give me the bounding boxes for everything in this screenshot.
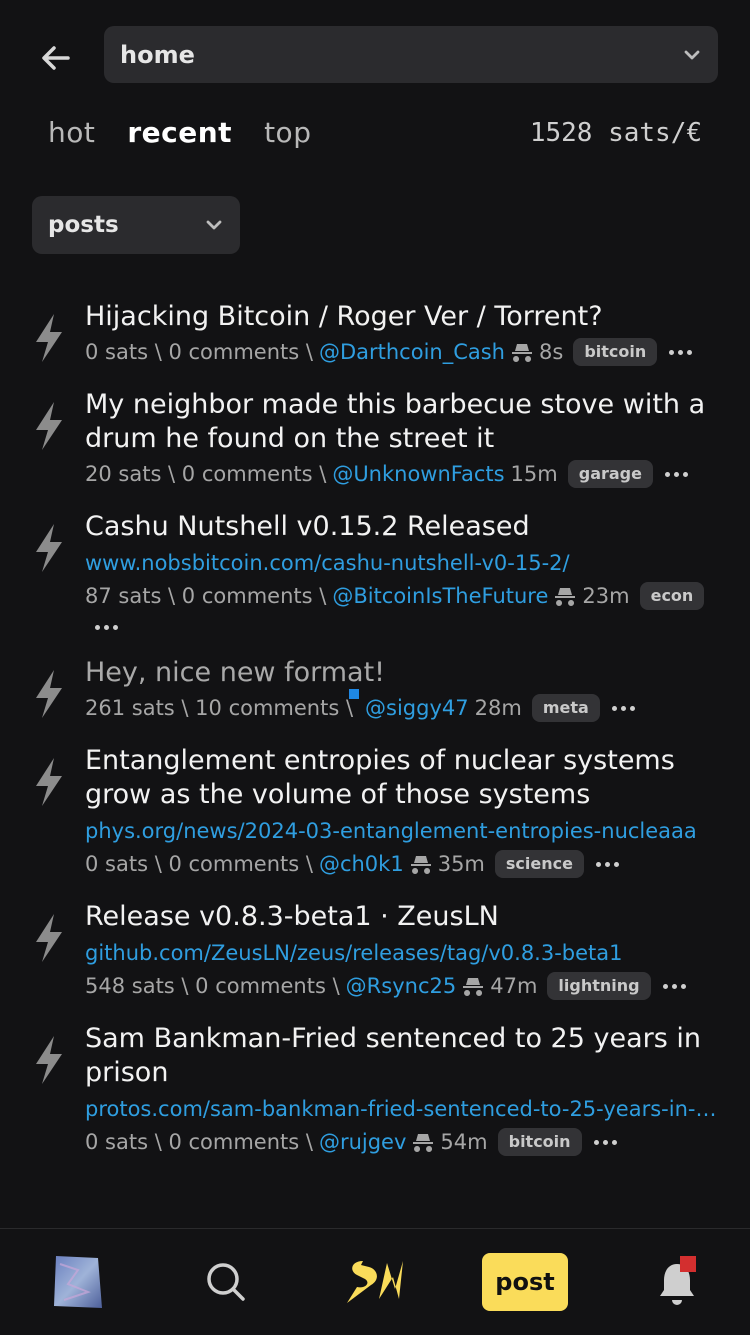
sub-badge[interactable]: garage (567, 460, 653, 488)
zap-bolt-icon[interactable] (30, 522, 68, 574)
zap-bolt-icon[interactable] (30, 756, 68, 808)
post-time[interactable]: 15m (511, 458, 558, 490)
price-ticker[interactable]: 1528 sats/€ (530, 118, 702, 148)
anon-icon (462, 975, 484, 997)
post-author[interactable]: @BitcoinIsTheFuture (332, 580, 548, 612)
post-stats[interactable]: 0 sats \ 0 comments \ (85, 848, 313, 880)
list-item: Hijacking Bitcoin / Roger Ver / Torrent?… (0, 300, 750, 368)
post-stats[interactable]: 87 sats \ 0 comments \ (85, 580, 326, 612)
zap-bolt-icon[interactable] (30, 400, 68, 452)
more-options-icon[interactable] (669, 349, 693, 355)
post-link[interactable]: www.nobsbitcoin.com/cashu-nutshell-v0-15… (85, 548, 720, 578)
post-author[interactable]: @Rsync25 (346, 970, 457, 1002)
post-meta: 0 sats \ 0 comments \ @ch0k1 35m science (85, 848, 720, 880)
new-comments-indicator (349, 689, 360, 699)
list-item: Cashu Nutshell v0.15.2 Released www.nobs… (0, 510, 750, 636)
tab-hot[interactable]: hot (48, 116, 95, 149)
more-options-icon[interactable] (95, 618, 720, 636)
post-title[interactable]: Entanglement entropies of nuclear system… (85, 744, 720, 812)
post-link[interactable]: protos.com/sam-bankman-fried-sentenced-t… (85, 1094, 720, 1124)
sub-badge[interactable]: bitcoin (573, 338, 658, 366)
search-icon (207, 1263, 245, 1301)
post-stats[interactable]: 261 sats \ 10 comments \ (85, 692, 353, 724)
post-time[interactable]: 35m (438, 848, 485, 880)
avatar (54, 1256, 102, 1308)
more-options-icon[interactable] (611, 705, 635, 711)
post-title[interactable]: Release v0.8.3-beta1 · ZeusLN (85, 900, 720, 934)
profile-button[interactable] (40, 1229, 112, 1335)
post-meta: 87 sats \ 0 comments \ @BitcoinIsTheFutu… (85, 580, 720, 612)
post-link[interactable]: phys.org/news/2024-03-entanglement-entro… (85, 816, 720, 846)
post-meta: 0 sats \ 0 comments \ @Darthcoin_Cash 8s… (85, 336, 720, 368)
list-item: Sam Bankman-Fried sentenced to 25 years … (0, 1022, 750, 1158)
tab-top[interactable]: top (264, 116, 311, 149)
post-author[interactable]: @ch0k1 (319, 848, 404, 880)
home-logo-button[interactable] (336, 1229, 416, 1335)
sub-badge[interactable]: econ (639, 582, 705, 610)
sub-badge[interactable]: lightning (547, 972, 651, 1000)
post-time[interactable]: 54m (440, 1126, 487, 1158)
notifications-button[interactable] (652, 1229, 702, 1335)
post-stats[interactable]: 20 sats \ 0 comments \ (85, 458, 326, 490)
sub-select[interactable]: home (104, 26, 718, 83)
post-meta: 261 sats \ 10 comments \ @siggy47 28m me… (85, 689, 720, 724)
header: home hot recent top 1528 sats/€ posts (0, 0, 750, 290)
chevron-down-icon (684, 50, 700, 59)
zap-bolt-icon[interactable] (30, 668, 68, 720)
more-options-icon[interactable] (595, 861, 619, 867)
more-options-icon[interactable] (664, 471, 688, 477)
list-item: My neighbor made this barbecue stove wit… (0, 388, 750, 490)
list-item: Hey, nice new format! 261 sats \ 10 comm… (0, 656, 750, 724)
post-author[interactable]: @UnknownFacts (332, 458, 504, 490)
post-time[interactable]: 8s (539, 336, 563, 368)
list-item: Release v0.8.3-beta1 · ZeusLN github.com… (0, 900, 750, 1002)
post-title[interactable]: Cashu Nutshell v0.15.2 Released (85, 510, 720, 544)
stacker-news-logo-icon (347, 1261, 403, 1303)
anon-icon (412, 1131, 434, 1153)
post-feed: Hijacking Bitcoin / Roger Ver / Torrent?… (0, 300, 750, 1178)
zap-bolt-icon[interactable] (30, 1034, 68, 1086)
search-button[interactable] (196, 1229, 256, 1335)
more-options-icon[interactable] (662, 983, 686, 989)
post-time[interactable]: 28m (475, 692, 522, 724)
post-author[interactable]: @siggy47 (365, 692, 469, 724)
post-button[interactable]: post (482, 1253, 568, 1311)
type-select-value: posts (48, 212, 119, 238)
anon-icon (511, 341, 533, 363)
list-item: Entanglement entropies of nuclear system… (0, 744, 750, 880)
chevron-down-icon (206, 220, 222, 230)
type-select[interactable]: posts (32, 196, 240, 254)
bottom-nav: post (0, 1228, 750, 1335)
post-meta: 0 sats \ 0 comments \ @rujgev 54m bitcoi… (85, 1126, 720, 1158)
sub-select-value: home (120, 40, 195, 69)
zap-bolt-icon[interactable] (30, 912, 68, 964)
post-link[interactable]: github.com/ZeusLN/zeus/releases/tag/v0.8… (85, 938, 720, 968)
post-meta: 548 sats \ 0 comments \ @Rsync25 47m lig… (85, 970, 720, 1002)
anon-icon (554, 585, 576, 607)
arrow-left-icon (42, 46, 70, 70)
sub-badge[interactable]: science (494, 850, 584, 878)
tab-recent[interactable]: recent (127, 116, 232, 149)
post-time[interactable]: 23m (582, 580, 629, 612)
zap-bolt-icon[interactable] (30, 312, 68, 364)
sub-badge[interactable]: meta (531, 694, 600, 722)
bell-icon (660, 1256, 696, 1305)
post-stats[interactable]: 548 sats \ 0 comments \ (85, 970, 340, 1002)
post-title[interactable]: Hijacking Bitcoin / Roger Ver / Torrent? (85, 300, 720, 334)
post-title[interactable]: Sam Bankman-Fried sentenced to 25 years … (85, 1022, 720, 1090)
sub-badge[interactable]: bitcoin (497, 1128, 582, 1156)
anon-icon (410, 853, 432, 875)
back-button[interactable] (34, 36, 78, 80)
more-options-icon[interactable] (593, 1139, 617, 1145)
post-author[interactable]: @rujgev (319, 1126, 406, 1158)
post-title[interactable]: My neighbor made this barbecue stove wit… (85, 388, 720, 456)
post-stats[interactable]: 0 sats \ 0 comments \ (85, 1126, 313, 1158)
post-title[interactable]: Hey, nice new format! (85, 656, 720, 690)
post-time[interactable]: 47m (490, 970, 537, 1002)
post-author[interactable]: @Darthcoin_Cash (319, 336, 505, 368)
post-meta: 20 sats \ 0 comments \ @UnknownFacts 15m… (85, 458, 720, 490)
post-stats[interactable]: 0 sats \ 0 comments \ (85, 336, 313, 368)
sort-tabs: hot recent top (48, 116, 311, 149)
post-nav-button[interactable]: post (482, 1229, 568, 1335)
